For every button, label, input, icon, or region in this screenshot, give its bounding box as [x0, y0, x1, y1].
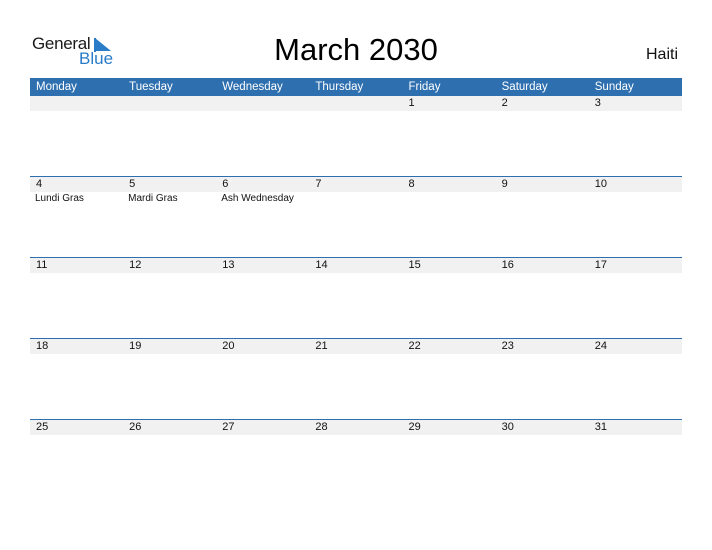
- weekday-header: Monday Tuesday Wednesday Thursday Friday…: [30, 78, 682, 96]
- day-number: [309, 96, 402, 111]
- weekday-thursday: Thursday: [315, 81, 364, 93]
- weekday-saturday: Saturday: [501, 81, 548, 93]
- day-number: 22: [408, 340, 421, 352]
- event-row: Lundi Gras Mardi Gras Ash Wednesday: [30, 192, 682, 206]
- day-number: 23: [501, 340, 514, 352]
- day-number: [216, 96, 309, 111]
- day-number: 21: [315, 340, 328, 352]
- week-row: 4 5 6 7 8 9 10 Lundi Gras Mardi Gras Ash Wednesda…: [30, 176, 682, 206]
- weekday-wednesday: Wednesday: [222, 81, 283, 93]
- day-number: 27: [222, 421, 235, 433]
- day-number: 20: [222, 340, 235, 352]
- day-number: 18: [36, 340, 49, 352]
- day-number: 9: [501, 178, 508, 190]
- holiday-event: Lundi Gras: [35, 193, 84, 204]
- holiday-event: [309, 192, 402, 206]
- week-row: 18 19 20 21 22 23 24: [30, 338, 682, 354]
- date-bar: 25 26 27 28 29 30 31: [30, 420, 682, 435]
- day-number: 31: [594, 421, 607, 433]
- day-number: 26: [129, 421, 142, 433]
- day-number: 14: [315, 259, 328, 271]
- calendar-grid: Monday Tuesday Wednesday Thursday Friday…: [30, 78, 682, 435]
- day-number: 4: [36, 178, 43, 190]
- day-number: 16: [501, 259, 514, 271]
- day-number: 28: [315, 421, 328, 433]
- weekday-sunday: Sunday: [594, 81, 634, 93]
- week-row: 25 26 27 28 29 30 31: [30, 419, 682, 435]
- date-bar: 4 5 6 7 8 9 10: [30, 177, 682, 192]
- day-number: 12: [129, 259, 142, 271]
- day-number: 3: [594, 97, 601, 109]
- day-number: 30: [501, 421, 514, 433]
- weekday-monday: Monday: [36, 81, 77, 93]
- day-number: 7: [315, 178, 322, 190]
- day-number: 19: [129, 340, 142, 352]
- day-number: 24: [594, 340, 607, 352]
- holiday-event: [589, 192, 682, 206]
- week-row: 1 2 3: [30, 96, 682, 111]
- holiday-event: [403, 192, 496, 206]
- weekday-friday: Friday: [408, 81, 441, 93]
- weekday-tuesday: Tuesday: [129, 81, 173, 93]
- day-number: 29: [408, 421, 421, 433]
- day-number: 1: [408, 97, 415, 109]
- day-number: 10: [594, 178, 607, 190]
- holiday-event: Ash Wednesday: [221, 193, 294, 204]
- date-bar: 18 19 20 21 22 23 24: [30, 339, 682, 354]
- week-row: 11 12 13 14 15 16 17: [30, 257, 682, 273]
- holiday-event: Mardi Gras: [128, 193, 178, 204]
- day-number: [123, 96, 216, 111]
- day-number: 13: [222, 259, 235, 271]
- country-label: Haiti: [645, 46, 678, 63]
- day-number: 8: [408, 178, 415, 190]
- day-number: 6: [222, 178, 229, 190]
- day-number: 11: [36, 259, 48, 271]
- holiday-event: [496, 192, 589, 206]
- date-bar: 1 2 3: [30, 96, 682, 111]
- date-bar: 11 12 13 14 15 16 17: [30, 258, 682, 273]
- day-number: 25: [36, 421, 49, 433]
- calendar-title: March 2030: [274, 32, 438, 67]
- day-number: [30, 96, 123, 111]
- day-number: 2: [501, 97, 508, 109]
- day-number: 15: [408, 259, 421, 271]
- day-number: 5: [129, 178, 136, 190]
- day-number: 17: [594, 259, 607, 271]
